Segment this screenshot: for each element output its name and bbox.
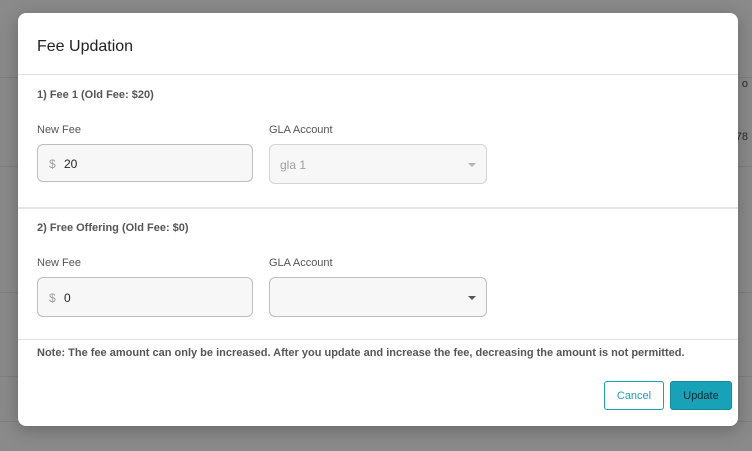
gla-account-label: GLA Account [269, 124, 333, 136]
fee-note: Note: The fee amount can only be increas… [37, 347, 685, 359]
cancel-button[interactable]: Cancel [604, 381, 664, 410]
fee-section-title: 2) Free Offering (Old Fee: $0) [37, 222, 189, 234]
modal-title: Fee Updation [37, 38, 134, 55]
fee-updation-modal: Fee Updation 1) Fee 1 (Old Fee: $20) New… [18, 13, 738, 426]
footer-divider [18, 339, 738, 340]
new-fee-input[interactable]: $ 0 [37, 277, 253, 317]
new-fee-value: 20 [64, 157, 78, 171]
update-button[interactable]: Update [670, 381, 732, 410]
new-fee-input[interactable]: $ 20 [37, 144, 253, 182]
header-divider [18, 74, 738, 75]
chevron-down-icon [468, 163, 476, 167]
currency-symbol: $ [49, 157, 56, 171]
gla-account-value: gla 1 [280, 158, 307, 172]
new-fee-label: New Fee [37, 257, 82, 269]
gla-account-select[interactable] [269, 277, 487, 317]
background-table-text: o [741, 78, 748, 90]
fee-section-title: 1) Fee 1 (Old Fee: $20) [37, 89, 154, 101]
chevron-down-icon [468, 296, 476, 300]
section-divider [18, 207, 738, 209]
gla-account-label: GLA Account [269, 257, 333, 269]
new-fee-value: 0 [64, 291, 71, 305]
new-fee-label: New Fee [37, 124, 82, 136]
gla-account-select: gla 1 [269, 144, 487, 184]
currency-symbol: $ [49, 291, 56, 305]
